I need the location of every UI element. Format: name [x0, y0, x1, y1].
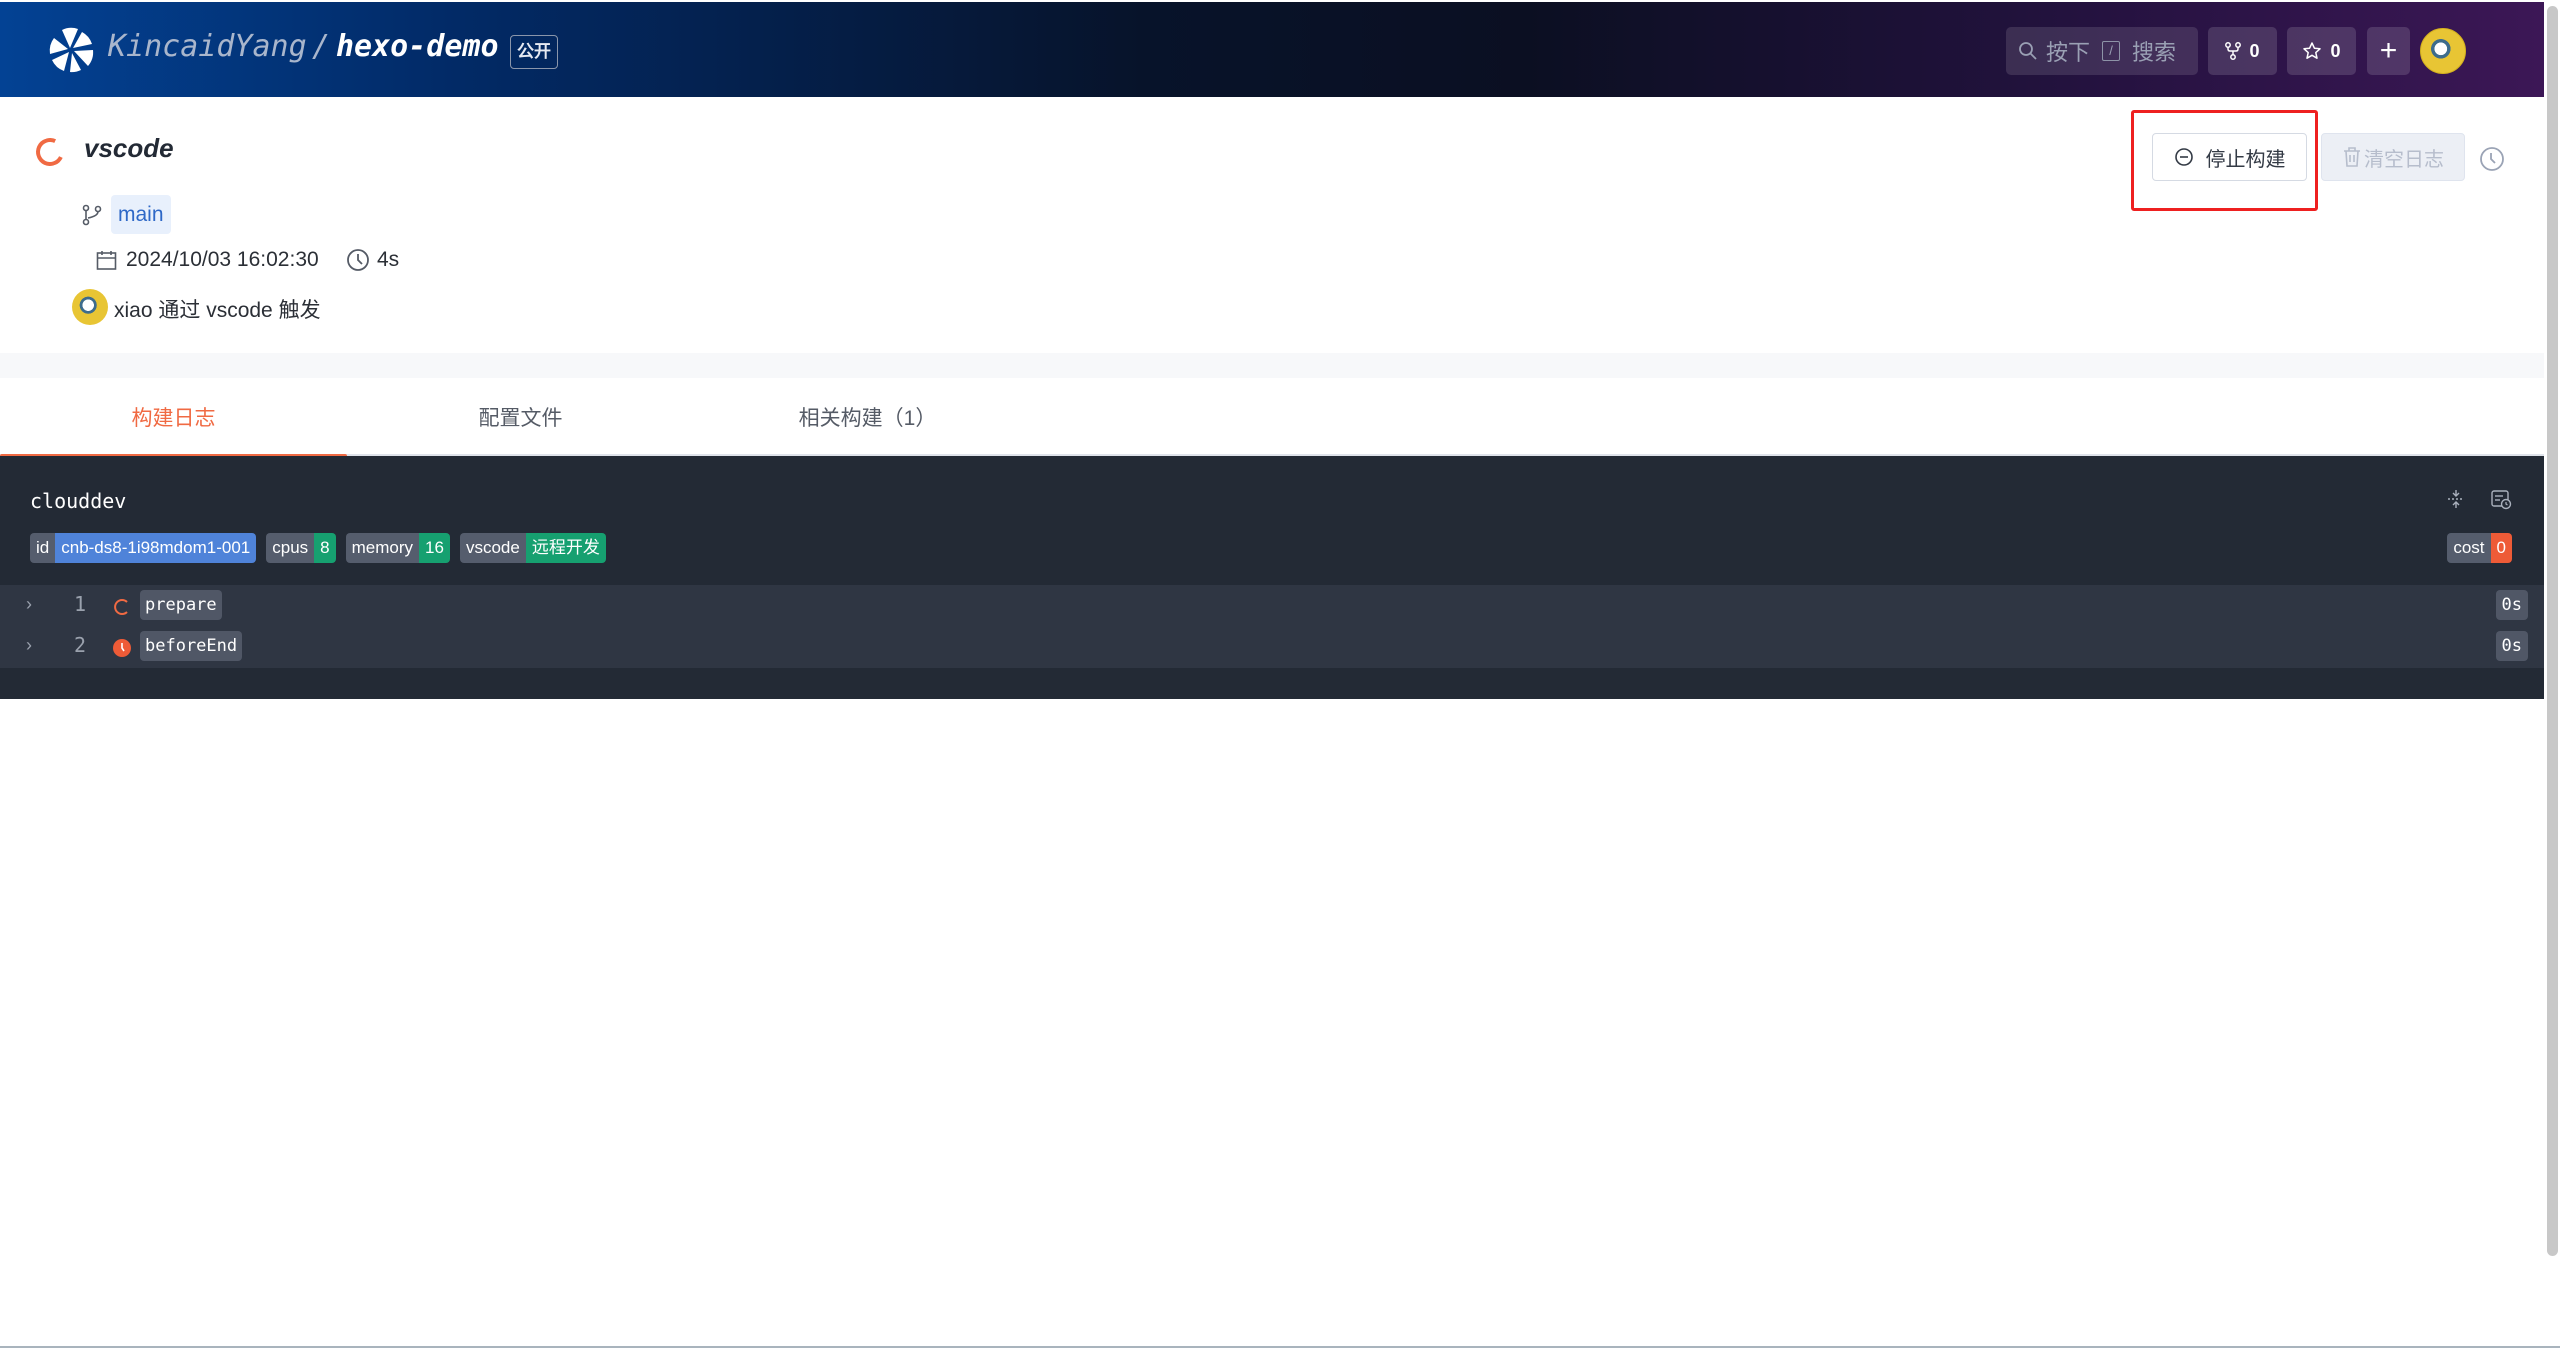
step-number: 2	[74, 633, 87, 657]
stop-build-label: 停止构建	[2205, 148, 2286, 171]
star-icon	[2303, 42, 2322, 59]
clock-icon	[347, 249, 369, 271]
badge-cpus: cpus 8	[266, 533, 336, 563]
pipeline-title: clouddev	[30, 489, 127, 513]
plus-icon: +	[2379, 34, 2398, 67]
badge-vscode[interactable]: vscode 远程开发	[459, 533, 606, 563]
badge-vscode-key: vscode	[459, 533, 526, 563]
search-press-label: 按下	[2046, 40, 2091, 65]
running-spinner-icon	[32, 134, 68, 170]
badge-id-key: id	[30, 533, 56, 563]
build-page: KincaidYang / hexo-demo 公开 按下 / 搜索 0 0 +…	[0, 0, 2560, 1348]
tab-related-builds[interactable]: 相关构建（1）	[694, 378, 1041, 456]
cnb-logo-icon[interactable]	[48, 26, 96, 74]
stop-build-button[interactable]: 停止构建	[2152, 133, 2307, 181]
step-list: › 1 prepare 0s › 2 beforeEnd 0s	[0, 585, 2544, 668]
user-avatar[interactable]	[2420, 28, 2466, 74]
badge-cost-key: cost	[2447, 533, 2491, 563]
badge-id-value: cnb-ds8-1i98mdom1-001	[55, 533, 257, 563]
clear-log-label: 清空日志	[2364, 148, 2444, 171]
build-tabs: 构建日志 配置文件 相关构建（1）	[0, 378, 2544, 458]
path-separator: /	[312, 29, 331, 64]
step-row[interactable]: › 2 beforeEnd 0s	[0, 629, 2544, 671]
star-count: 0	[2330, 40, 2341, 61]
star-button[interactable]: 0	[2287, 27, 2356, 75]
build-date: 2024/10/03 16:02:30	[126, 248, 319, 271]
create-new-button[interactable]: +	[2367, 27, 2410, 75]
chevron-right-icon[interactable]: ›	[26, 635, 32, 656]
badge-memory-value: 16	[419, 533, 450, 563]
visibility-badge: 公开	[510, 35, 558, 69]
env-badges: id cnb-ds8-1i98mdom1-001 cpus 8 memory 1…	[30, 533, 606, 563]
build-title: vscode	[84, 133, 174, 163]
badge-memory-key: memory	[345, 533, 420, 563]
search-shortcut-key: /	[2102, 41, 2121, 61]
trash-icon	[2344, 147, 2360, 167]
step-number: 1	[74, 592, 87, 616]
tab-config-file[interactable]: 配置文件	[347, 378, 694, 456]
clear-log-button[interactable]: 清空日志	[2321, 133, 2465, 181]
minus-circle-icon	[2174, 148, 2193, 166]
badge-cpus-key: cpus	[266, 533, 315, 563]
fork-count: 0	[2249, 40, 2260, 61]
step-name: prepare	[140, 590, 222, 620]
badge-cpus-value: 8	[314, 533, 336, 563]
build-duration: 4s	[377, 248, 400, 271]
tab-build-log[interactable]: 构建日志	[0, 378, 347, 458]
fork-button[interactable]: 0	[2208, 27, 2277, 75]
search-icon	[2019, 42, 2037, 60]
repo-owner-link[interactable]: KincaidYang	[108, 29, 307, 64]
search-input[interactable]: 按下 / 搜索	[2006, 27, 2198, 75]
repo-name-link[interactable]: hexo-demo	[336, 29, 499, 64]
fork-icon	[2225, 42, 2242, 60]
step-name: beforeEnd	[140, 631, 243, 661]
step-time: 0s	[2495, 631, 2528, 661]
badge-cost: cost 0	[2447, 533, 2512, 563]
step-time: 0s	[2495, 590, 2528, 620]
badge-id: id cnb-ds8-1i98mdom1-001	[30, 533, 257, 563]
search-label: 搜索	[2132, 40, 2177, 65]
pending-clock-icon	[113, 639, 131, 657]
divider-strip	[0, 353, 2544, 378]
branch-icon	[82, 204, 102, 226]
badge-cost-value: 0	[2490, 533, 2512, 563]
calendar-icon	[96, 251, 117, 270]
branch-link[interactable]: main	[111, 195, 171, 234]
history-icon[interactable]	[2479, 146, 2505, 172]
top-header: KincaidYang / hexo-demo 公开 按下 / 搜索 0 0 +	[0, 2, 2544, 97]
badge-vscode-value[interactable]: 远程开发	[525, 533, 606, 563]
badge-memory: memory 16	[345, 533, 450, 563]
collapse-all-icon[interactable]	[2445, 488, 2467, 510]
chevron-right-icon[interactable]: ›	[26, 594, 32, 615]
scrollbar-thumb[interactable]	[2547, 6, 2558, 1256]
trigger-info: xiao 通过 vscode 触发	[114, 299, 321, 322]
running-spinner-icon	[114, 599, 128, 615]
step-row[interactable]: › 1 prepare 0s	[0, 588, 2544, 630]
log-timestamp-icon[interactable]	[2490, 488, 2512, 510]
trigger-user-avatar[interactable]	[72, 289, 108, 325]
log-panel: clouddev id cnb-ds8-1i98mdom1-001 cpus 8…	[0, 456, 2544, 699]
